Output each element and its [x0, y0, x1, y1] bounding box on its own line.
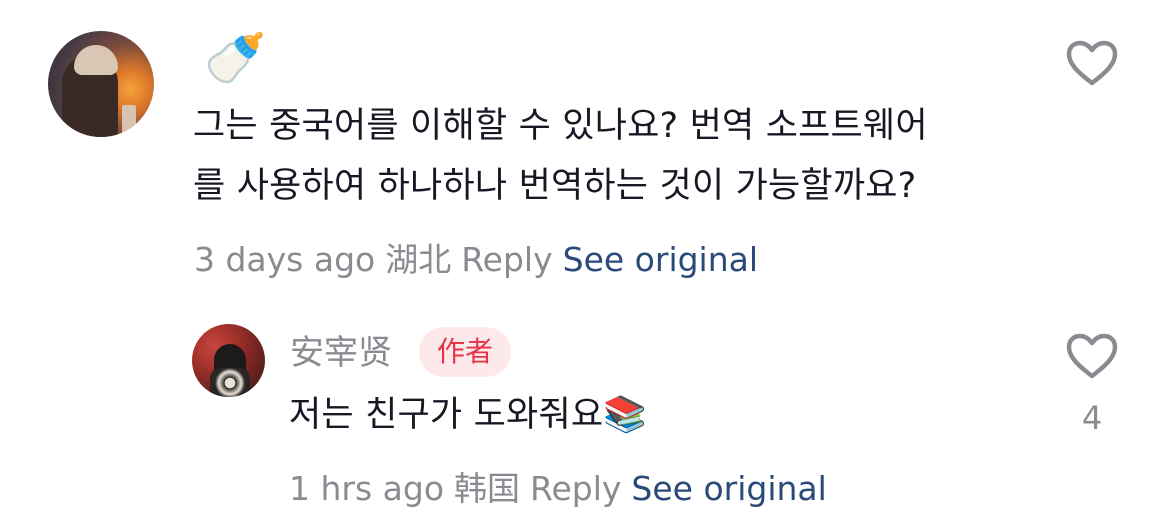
- comment-time: 3 days ago: [194, 240, 376, 279]
- reply-time: 1 hrs ago: [289, 469, 445, 508]
- comment-text-line-2: 를 사용하여 하나하나 번역하는 것이 가능할까요?: [193, 166, 917, 206]
- author-badge: 作者: [419, 327, 512, 377]
- reply-like-count: 4: [1081, 399, 1103, 437]
- reply-author-avatar[interactable]: [192, 324, 265, 397]
- reply-location: 韩国: [454, 469, 521, 508]
- comment-meta: 3 days ago 湖北 Reply See original: [194, 240, 768, 280]
- comment-text-line-1: 그는 중국어를 이해할 수 있나요? 번역 소프트웨어: [193, 106, 928, 146]
- avatar-shirt: [210, 368, 250, 397]
- comment-reply-button[interactable]: Reply: [461, 240, 552, 279]
- reply-see-original-link[interactable]: See original: [631, 469, 826, 508]
- comment-text: 그는 중국어를 이해할 수 있나요? 번역 소프트웨어 를 사용하여 하나하나 …: [193, 96, 1053, 216]
- heart-outline-icon[interactable]: [1066, 40, 1118, 86]
- comment-emoji: 🍼: [204, 29, 267, 87]
- reply-meta: 1 hrs ago 韩国 Reply See original: [289, 469, 837, 509]
- avatar-post: [122, 105, 136, 137]
- reply-username[interactable]: 安宰贤: [290, 333, 392, 373]
- comment-see-original-link[interactable]: See original: [563, 240, 758, 279]
- heart-outline-icon[interactable]: [1066, 333, 1118, 379]
- reply-text: 저는 친구가 도와줘요📚: [289, 385, 647, 445]
- avatar-hat: [74, 45, 118, 75]
- reply-reply-button[interactable]: Reply: [530, 469, 621, 508]
- commenter-avatar[interactable]: [48, 31, 154, 137]
- books-emoji: 📚: [603, 395, 648, 435]
- comment-location: 湖北: [385, 240, 452, 279]
- reply-text-body: 저는 친구가 도와줘요: [289, 395, 604, 435]
